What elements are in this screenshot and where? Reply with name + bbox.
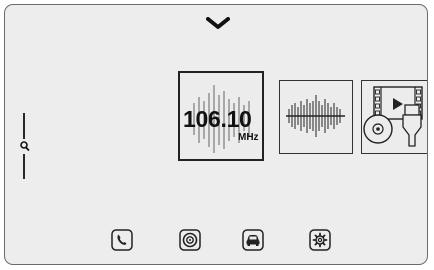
search-icon bbox=[20, 113, 30, 179]
infotainment-screen: 106.10 MHz bbox=[4, 4, 428, 265]
media-button[interactable] bbox=[179, 229, 201, 251]
film-disc-usb-icon bbox=[363, 86, 423, 147]
side-search-control[interactable] bbox=[16, 113, 36, 179]
phone-icon bbox=[111, 229, 133, 251]
vehicle-button[interactable] bbox=[242, 229, 264, 251]
settings-button[interactable] bbox=[309, 229, 331, 251]
tuner-tile[interactable] bbox=[279, 80, 353, 154]
media-tile[interactable] bbox=[361, 80, 427, 154]
phone-button[interactable] bbox=[111, 229, 133, 251]
radio-frequency-unit: MHz bbox=[238, 132, 259, 143]
radio-tile[interactable]: 106.10 MHz bbox=[178, 71, 264, 161]
disc-icon bbox=[179, 229, 201, 251]
chevron-down-icon[interactable] bbox=[206, 17, 230, 31]
gear-icon bbox=[309, 229, 331, 251]
radio-frequency: 106.10 bbox=[183, 106, 252, 132]
car-icon bbox=[242, 229, 264, 251]
frequency-scale-icon bbox=[286, 95, 345, 137]
